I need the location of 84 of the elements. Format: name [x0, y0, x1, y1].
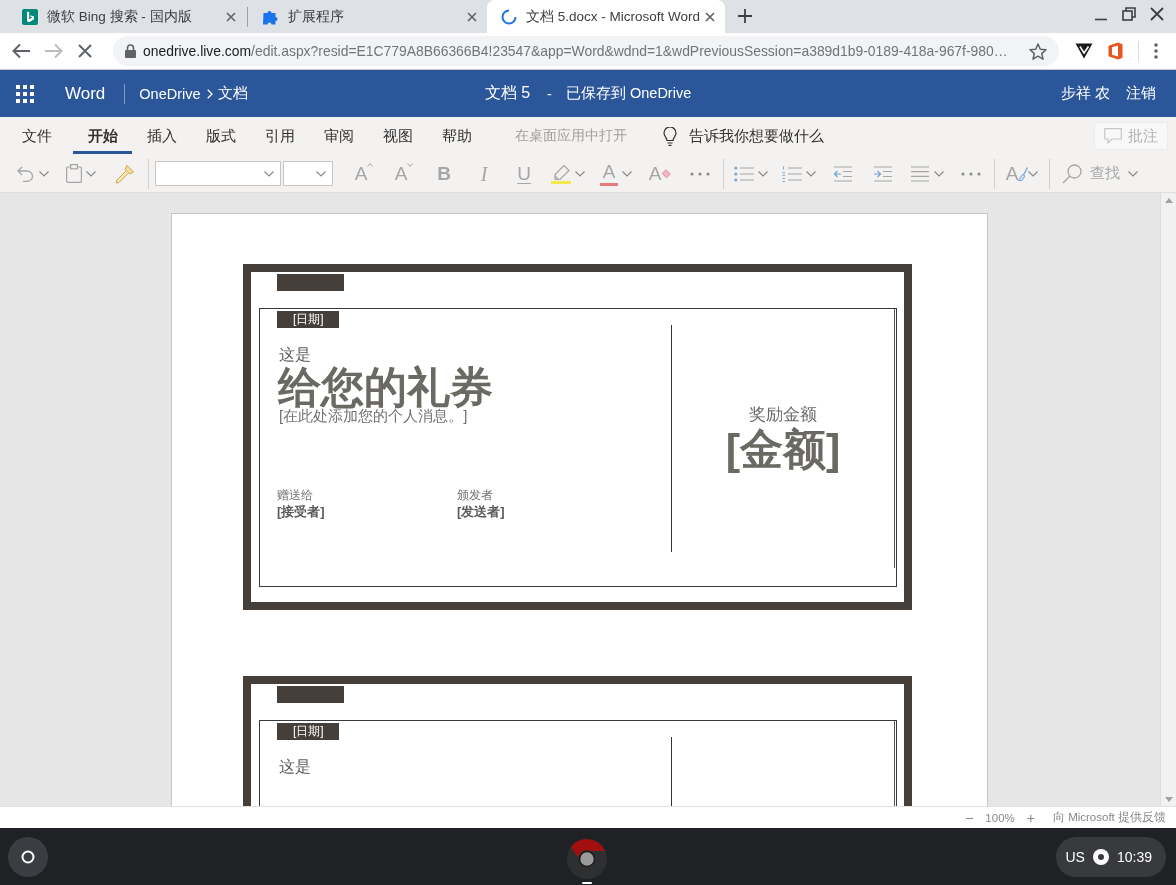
star-icon[interactable] [1029, 42, 1047, 60]
stop-icon[interactable] [78, 44, 92, 58]
chevron-down-icon [407, 162, 414, 167]
status-disc-icon [1092, 848, 1109, 865]
app-name[interactable]: Word [65, 83, 106, 104]
chevron-right-icon [206, 88, 213, 99]
date-label: [日期] [277, 723, 339, 740]
amount-label: 奖励金额 [749, 404, 817, 425]
undo-icon [17, 165, 35, 182]
breadcrumb-link[interactable]: 文档 [217, 84, 248, 103]
app-launcher-icon[interactable] [16, 84, 34, 103]
close-icon[interactable] [1150, 7, 1164, 21]
close-icon[interactable] [705, 11, 715, 22]
amount-value: [金额] [725, 425, 841, 473]
browser-tab[interactable]: 微软 Bing 搜索 - 国内版 [8, 0, 246, 33]
recipient-label: 赠送给 [277, 488, 313, 503]
vertical-scrollbar[interactable] [1160, 193, 1176, 806]
breadcrumb-link[interactable]: OneDrive [139, 85, 201, 102]
clipboard-icon [66, 164, 82, 183]
increase-indent-icon [873, 165, 893, 182]
browser-tab[interactable]: 扩展程序 [249, 0, 487, 33]
font-name-dropdown[interactable] [155, 161, 281, 186]
keyboard-layout[interactable]: US [1065, 848, 1085, 865]
ribbon-tab[interactable]: 审阅 [309, 118, 368, 154]
address-field[interactable]: onedrive.live.com/edit.aspx?resid=E1C779A8B66366B4!23547&app=Word&wdnd=1&wdPreviousSession=a389d1b9-0189-418a-967f-980… [113, 36, 1059, 66]
zoom-out-button[interactable]: − [965, 810, 974, 825]
document-name[interactable]: 文档 5 [484, 83, 531, 104]
highlighter-icon [551, 163, 571, 184]
date-label: [日期] [277, 311, 339, 328]
tell-me-search[interactable]: 告诉我你想要做什么 [663, 126, 824, 146]
browser-tab[interactable]: 文档 5.docx - Microsoft Word [487, 0, 725, 33]
user-name[interactable]: 步祥 农 [1060, 84, 1110, 103]
scroll-down-icon[interactable] [1164, 797, 1173, 802]
recipient-name: [接受者] [277, 503, 325, 520]
ribbon-tab[interactable]: 视图 [368, 118, 427, 154]
intro-text: 这是 [279, 345, 312, 365]
ribbon-tab[interactable]: 版式 [191, 118, 250, 154]
feedback-link[interactable]: 向 Microsoft 提供反馈 [1052, 810, 1166, 825]
back-arrow-icon[interactable] [12, 43, 30, 59]
sign-out-link[interactable]: 注销 [1126, 84, 1156, 103]
status-tray[interactable]: US 10:39 [1055, 836, 1166, 877]
font-size-dropdown[interactable] [283, 161, 333, 186]
forward-arrow-icon[interactable] [45, 43, 63, 59]
browser-app-icon[interactable] [567, 838, 607, 879]
eraser-icon [661, 168, 672, 179]
align-lines-icon [910, 165, 930, 182]
more-icon [961, 171, 981, 176]
brush-icon [1018, 166, 1029, 181]
menu-icon[interactable] [1154, 43, 1158, 59]
ribbon-tab[interactable]: 插入 [132, 118, 191, 154]
ribbon-tab[interactable]: 帮助 [427, 118, 486, 154]
lightbulb-icon [663, 126, 677, 146]
header-bar [277, 686, 344, 703]
close-icon[interactable] [467, 11, 477, 22]
clock: 10:39 [1116, 848, 1152, 865]
triangle-extension-icon[interactable] [1075, 43, 1093, 59]
running-indicator [582, 881, 592, 884]
scroll-up-icon[interactable] [1164, 198, 1173, 203]
more-icon [690, 171, 710, 176]
comment-icon [1104, 128, 1122, 144]
lock-icon [125, 44, 136, 58]
search-icon [1062, 163, 1082, 184]
zoom-level: 100% [985, 811, 1015, 824]
numbered-list-icon [782, 165, 802, 182]
sender-name: [发送者] [457, 503, 505, 520]
decrease-indent-icon [833, 165, 853, 182]
title-dash: - [547, 85, 552, 102]
app-logo-icon[interactable] [1108, 42, 1123, 60]
launcher-icon[interactable] [8, 836, 48, 877]
save-status: 已保存到 OneDrive [565, 84, 692, 103]
close-icon[interactable] [226, 11, 236, 22]
ribbon-tab[interactable]: 引用 [250, 118, 309, 154]
sender-label: 颁发者 [457, 488, 493, 503]
ribbon-tab[interactable]: 文件 [7, 118, 66, 154]
restore-icon[interactable] [1122, 7, 1136, 21]
paintbrush-icon [115, 163, 135, 184]
zoom-in-button[interactable]: + [1026, 810, 1035, 825]
new-tab-icon[interactable] [738, 9, 752, 23]
color-bar-icon [600, 183, 618, 186]
bullet-list-icon [734, 165, 754, 182]
coupon-title: 给您的礼券 [278, 364, 494, 410]
header-bar [277, 274, 344, 291]
intro-text: 这是 [279, 757, 312, 777]
chevron-up-icon [367, 162, 374, 167]
